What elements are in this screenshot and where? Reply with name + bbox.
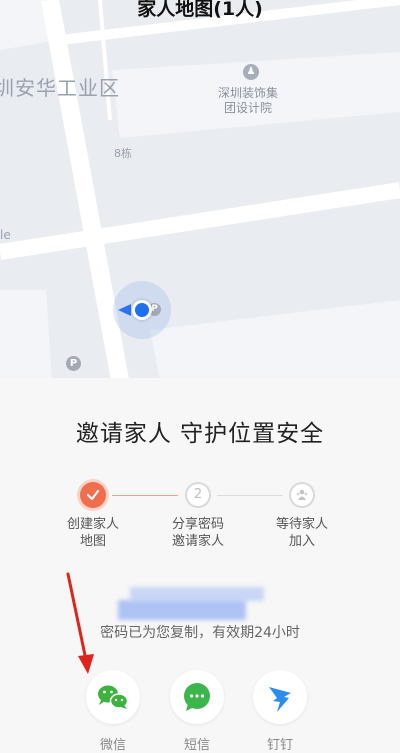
invite-title: 邀请家人 守护位置安全 bbox=[75, 421, 325, 447]
invite-code-blurred[interactable] bbox=[118, 584, 268, 626]
dingtalk-label: 钉钉 bbox=[266, 738, 293, 753]
annotation-arrow-icon bbox=[66, 572, 94, 674]
family-icon bbox=[289, 482, 315, 508]
step-create-map: 创建家人 地图 bbox=[45, 482, 141, 550]
parking-icon: P bbox=[66, 356, 81, 371]
share-dingtalk-button[interactable]: 钉钉 bbox=[245, 670, 315, 753]
invite-sheet: 邀请家人 守护位置安全 创建家人 地图 2 分享密码 邀请家人 等待家人 加入 … bbox=[0, 378, 400, 753]
map-title: 家人地图(1人) bbox=[137, 0, 263, 20]
step-share-code: 2 分享密码 邀请家人 bbox=[150, 482, 246, 550]
check-icon bbox=[80, 482, 106, 508]
poi-label[interactable]: 深圳装饰集 团设计院 bbox=[218, 86, 278, 116]
step-number-2: 2 bbox=[185, 482, 211, 508]
map-streets bbox=[0, 0, 400, 380]
dingtalk-icon bbox=[253, 670, 307, 724]
building-label: 8栋 bbox=[114, 147, 132, 160]
step-wait-family: 等待家人 加入 bbox=[254, 482, 350, 550]
sms-icon bbox=[170, 670, 224, 724]
share-wechat-button[interactable]: 微信 bbox=[78, 670, 148, 753]
family-map[interactable]: 家人地图(1人) 圳安华工业区 ♟ 深圳装饰集 团设计院 8栋 le P P bbox=[0, 0, 400, 380]
share-sms-button[interactable]: 短信 bbox=[162, 670, 232, 753]
heading-arrow-icon bbox=[118, 304, 131, 316]
poi-pin-icon[interactable]: ♟ bbox=[243, 64, 259, 80]
my-location-marker[interactable] bbox=[132, 300, 152, 320]
sms-label: 短信 bbox=[183, 738, 210, 753]
district-label: 圳安华工业区 bbox=[0, 76, 120, 100]
wechat-label: 微信 bbox=[99, 738, 126, 753]
side-label: le bbox=[0, 228, 11, 242]
